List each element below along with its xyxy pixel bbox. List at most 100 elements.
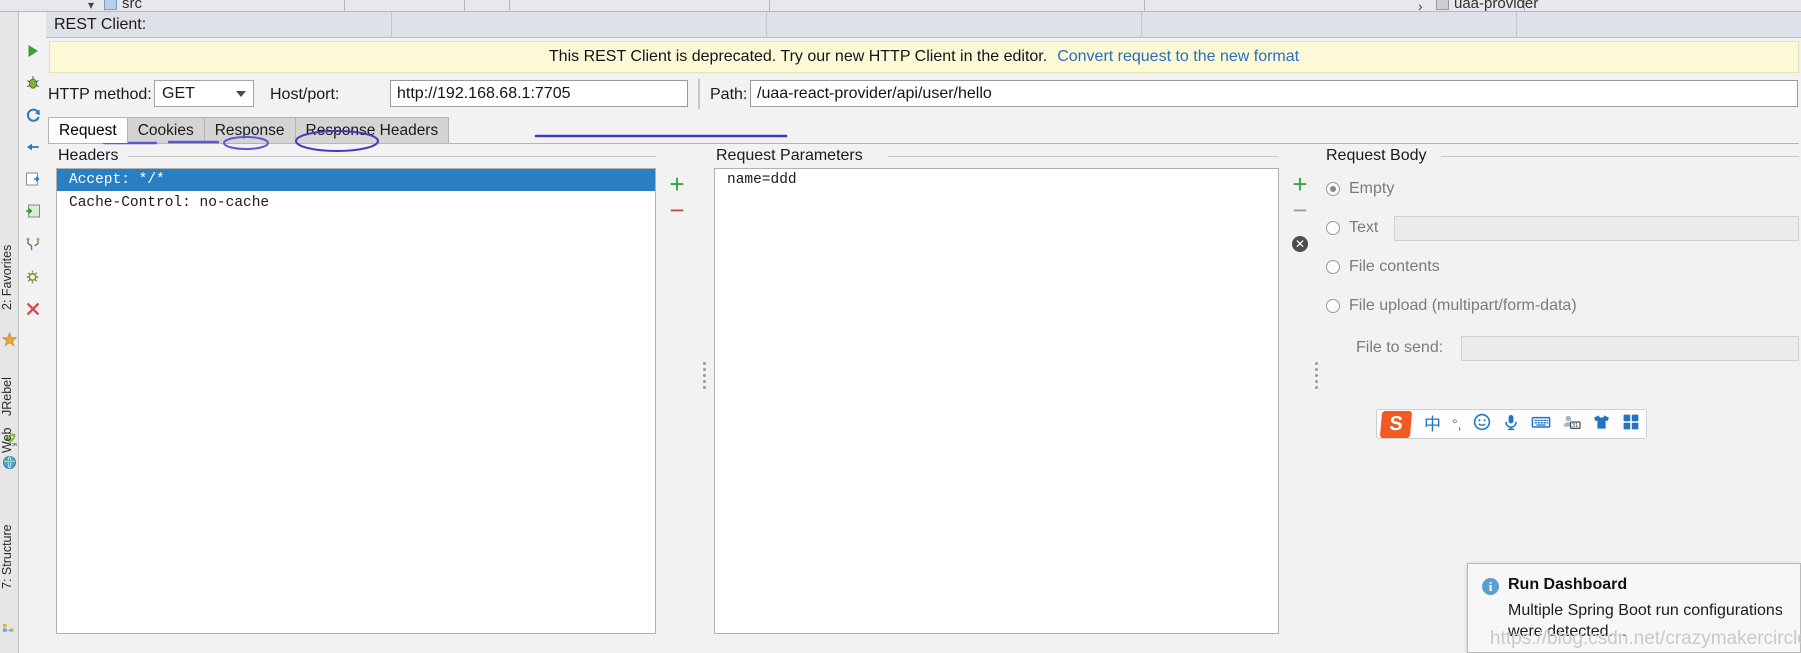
http-method-select[interactable]: GET [154, 80, 254, 107]
host-port-label: Host/port: [270, 86, 340, 103]
splitter-headers-params[interactable] [701, 359, 708, 399]
add-header-button[interactable]: + [662, 170, 692, 198]
clear-icon: ✕ [1292, 236, 1308, 252]
import-button[interactable] [20, 196, 46, 226]
params-list[interactable]: name=ddd [714, 168, 1279, 634]
add-param-button[interactable]: + [1285, 170, 1315, 198]
export-button[interactable] [20, 164, 46, 194]
radio-file-upload-icon [1326, 299, 1340, 313]
body-option-text[interactable]: Text [1326, 219, 1378, 237]
path-value: /uaa-react-provider/api/user/hello [757, 84, 992, 102]
splitter-params-body[interactable] [1313, 359, 1320, 399]
filter-button[interactable] [20, 230, 46, 260]
request-tabs: Request Cookies Response Response Header… [48, 117, 450, 143]
rest-client-panel: REST Client: This REST Client is depreca… [46, 12, 1801, 653]
headers-list[interactable]: Accept: */* Cache-Control: no-cache [56, 168, 656, 634]
soft-keyboard-icon[interactable] [1531, 413, 1551, 436]
headers-section-title: Headers [58, 147, 119, 164]
body-option-empty-label: Empty [1349, 180, 1395, 197]
radio-empty-icon [1326, 182, 1340, 196]
star-icon [1, 332, 18, 347]
sidebar-item-structure[interactable]: 7: Structure [0, 502, 19, 612]
notification-title: Run Dashboard [1508, 576, 1628, 593]
svg-text:31: 31 [1572, 423, 1578, 429]
left-tool-rail: 2: Favorites JRebel JR Web 7: Structure [0, 12, 19, 653]
path-input[interactable]: /uaa-react-provider/api/user/hello [750, 80, 1798, 107]
body-option-empty[interactable]: Empty [1326, 180, 1394, 198]
ide-window: ▾ src › uaa-provider 2: Favorites JRebel… [0, 0, 1801, 653]
project-tree-strip: ▾ src › uaa-provider [0, 0, 1801, 14]
page-title: REST Client: [54, 16, 147, 33]
header-row-accept[interactable]: Accept: */* [69, 172, 165, 188]
step-back-button[interactable] [20, 132, 46, 162]
close-button[interactable] [20, 294, 46, 324]
tree-node-src-label: src [122, 0, 142, 11]
param-row-name[interactable]: name=ddd [727, 172, 797, 188]
settings-button[interactable] [20, 262, 46, 292]
radio-file-contents-icon [1326, 260, 1340, 274]
body-section-title: Request Body [1326, 147, 1427, 164]
tab-response-headers-label: Response Headers [305, 121, 439, 139]
minus-icon: − [669, 195, 685, 225]
plus-icon: + [1292, 169, 1308, 199]
convert-request-link[interactable]: Convert request to the new format [1057, 48, 1299, 66]
params-buttons: + − ✕ [1285, 170, 1315, 280]
http-method-value: GET [162, 84, 195, 102]
notification-body: Multiple Spring Boot run configurations … [1508, 602, 1783, 640]
tab-response-headers[interactable]: Response Headers [294, 117, 450, 143]
http-method-label: HTTP method: [48, 86, 152, 103]
module-icon [1436, 0, 1449, 10]
ime-toolbar[interactable]: S 中 °, 31 [1376, 409, 1647, 439]
module-uaa-provider-label: uaa-provider [1454, 0, 1539, 11]
skin-icon[interactable] [1592, 413, 1611, 436]
body-option-file-contents-label: File contents [1349, 258, 1440, 275]
sogou-logo-icon[interactable]: S [1379, 410, 1413, 438]
file-to-send-label: File to send: [1356, 339, 1444, 356]
tab-request-label: Request [59, 121, 117, 139]
path-label: Path: [710, 86, 748, 103]
chevron-down-icon [236, 90, 246, 97]
toolbox-icon[interactable] [1622, 413, 1640, 436]
request-line: HTTP method: GET Host/port: http://192.1… [46, 79, 1801, 112]
user-card-icon[interactable]: 31 [1562, 413, 1581, 436]
tab-response[interactable]: Response [203, 117, 296, 143]
body-text-input[interactable] [1394, 216, 1799, 241]
chinese-mode-icon[interactable]: 中 [1424, 416, 1441, 433]
body-option-file-upload[interactable]: File upload (multipart/form-data) [1326, 297, 1577, 315]
header-row-cache-control[interactable]: Cache-Control: no-cache [69, 195, 269, 211]
tree-expand-arrow[interactable]: ▾ [88, 0, 94, 12]
remove-param-button[interactable]: − [1285, 196, 1315, 224]
web-globe-icon [2, 455, 17, 470]
host-port-input[interactable]: http://192.168.68.1:7705 [390, 80, 688, 107]
body-option-file-contents[interactable]: File contents [1326, 258, 1440, 276]
run-button[interactable] [20, 36, 46, 66]
structure-icon [2, 622, 17, 637]
info-icon: i [1482, 578, 1499, 595]
remove-header-button[interactable]: − [662, 196, 692, 224]
tab-cookies[interactable]: Cookies [126, 117, 205, 143]
debug-button[interactable] [20, 68, 46, 98]
run-dashboard-notification[interactable]: i Run Dashboard Multiple Spring Boot run… [1467, 563, 1801, 653]
tab-cookies-label: Cookies [137, 121, 194, 139]
headers-buttons: + − [662, 170, 692, 240]
clear-params-button[interactable]: ✕ [1285, 230, 1315, 258]
folder-icon [104, 0, 117, 10]
host-port-value: http://192.168.68.1:7705 [397, 84, 571, 102]
voice-input-icon[interactable] [1502, 413, 1520, 436]
body-option-text-label: Text [1349, 219, 1379, 236]
body-option-file-upload-label: File upload (multipart/form-data) [1349, 297, 1577, 314]
sidebar-item-favorites[interactable]: 2: Favorites [0, 227, 19, 327]
rerun-button[interactable] [20, 100, 46, 130]
rest-client-header: REST Client: [46, 12, 1801, 38]
tab-response-label: Response [214, 121, 285, 139]
params-section-title: Request Parameters [716, 147, 863, 164]
plus-icon: + [669, 169, 685, 199]
radio-text-icon [1326, 221, 1340, 235]
file-to-send-input[interactable] [1461, 336, 1799, 361]
ink-annotation-path [534, 134, 788, 138]
tab-request[interactable]: Request [48, 117, 128, 143]
deprecation-message: This REST Client is deprecated. Try our … [548, 48, 1048, 65]
minus-icon: − [1292, 195, 1308, 225]
punctuation-mode-icon[interactable]: °, [1452, 417, 1462, 431]
emoji-icon[interactable] [1473, 413, 1491, 436]
